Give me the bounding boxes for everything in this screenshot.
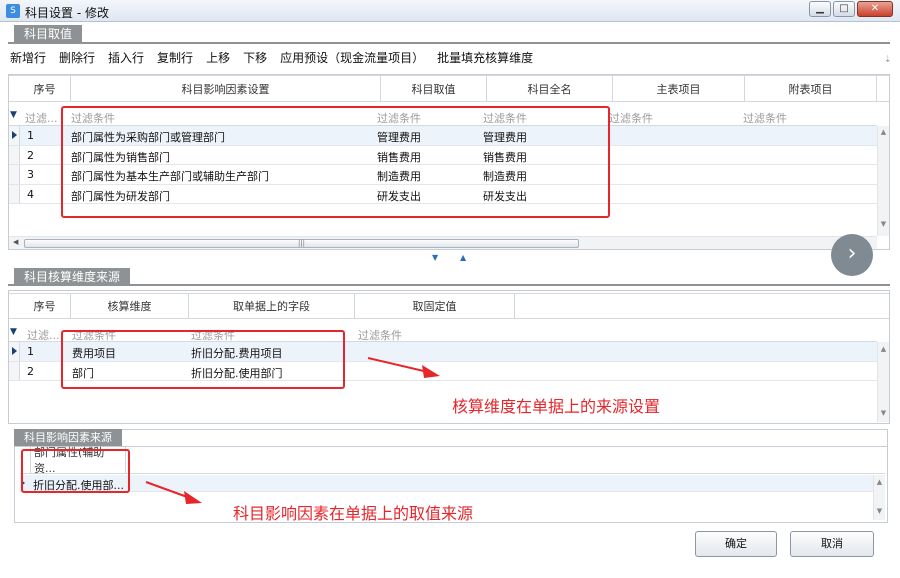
next-arrow-button[interactable]: › <box>831 234 873 276</box>
current-row-indicator-icon <box>12 347 17 355</box>
highlight-box <box>61 330 345 389</box>
filter-icon[interactable]: ▼ <box>10 110 17 120</box>
copy-row-button[interactable]: 复制行 <box>157 49 193 66</box>
col-header[interactable]: 核算维度 <box>71 294 189 318</box>
row-no: 1 <box>27 345 34 358</box>
row-no: 2 <box>27 364 34 378</box>
grid-header: 序号 核算维度 取单据上的字段 取固定值 <box>9 293 889 319</box>
vertical-scrollbar[interactable]: ▲ ▼ <box>877 126 889 236</box>
tab-underline <box>8 42 890 44</box>
vertical-scrollbar[interactable]: ▲ ▼ <box>877 342 889 422</box>
add-row-button[interactable]: 新增行 <box>10 49 46 66</box>
col-header[interactable]: 主表项目 <box>613 76 745 101</box>
batch-fill-button[interactable]: 批量填充核算维度 <box>437 49 533 66</box>
scroll-left-icon[interactable]: ◀ <box>13 238 18 246</box>
minimize-button[interactable]: ▁ <box>809 1 831 17</box>
col-header[interactable]: 科目全名 <box>487 76 613 101</box>
filter-cell[interactable]: 过滤... <box>27 327 60 343</box>
move-down-button[interactable]: 下移 <box>243 49 267 66</box>
col-header[interactable]: 附表项目 <box>745 76 877 101</box>
scroll-down-icon[interactable]: ▼ <box>878 220 889 228</box>
tab-underline <box>8 284 890 286</box>
collapse-up-icon[interactable]: ▲ <box>460 253 466 262</box>
annotation-text: 科目影响因素在单据上的取值来源 <box>233 504 474 523</box>
grid-header: 序号 科目影响因素设置 科目取值 科目全名 主表项目 附表项目 <box>9 75 889 102</box>
filter-cell[interactable]: 过滤... <box>25 110 58 126</box>
maximize-button[interactable]: □ <box>833 1 855 17</box>
scroll-down-icon[interactable]: ▼ <box>878 409 889 417</box>
row-no: 3 <box>27 168 34 181</box>
highlight-box <box>61 106 610 218</box>
toolbar: 新增行 删除行 插入行 复制行 上移 下移 应用预设（现金流量项目） 批量填充核… <box>10 49 546 66</box>
toolbar-overflow-icon[interactable]: ⇣ <box>884 55 892 65</box>
filter-cell[interactable]: 过滤条件 <box>358 327 402 343</box>
scroll-thumb[interactable]: ||| <box>24 239 579 248</box>
tab-account-value[interactable]: 科目取值 <box>14 25 83 43</box>
ok-button[interactable]: 确定 <box>695 531 777 557</box>
filter-cell[interactable]: 过滤条件 <box>609 110 653 126</box>
window-title: 科目设置 - 修改 <box>25 6 109 20</box>
annotation-arrow-icon <box>367 357 440 378</box>
row-no: 1 <box>27 129 34 142</box>
collapse-down-icon[interactable]: ▼ <box>432 253 438 262</box>
filter-cell[interactable]: 过滤条件 <box>743 110 787 126</box>
annotation-arrow-icon <box>145 481 202 504</box>
annotation-text: 核算维度在单据上的来源设置 <box>452 397 661 416</box>
cancel-button[interactable]: 取消 <box>790 531 874 557</box>
filter-icon[interactable]: ▼ <box>10 327 17 337</box>
scroll-up-icon[interactable]: ▲ <box>878 345 889 353</box>
col-header[interactable]: 科目影响因素设置 <box>71 76 381 101</box>
col-header[interactable]: 序号 <box>19 294 71 318</box>
current-row-indicator-icon <box>12 131 17 139</box>
row-no: 2 <box>27 148 34 162</box>
app-icon: S <box>6 4 20 18</box>
col-header[interactable]: 取单据上的字段 <box>189 294 355 318</box>
delete-row-button[interactable]: 删除行 <box>59 49 95 66</box>
row-no: 4 <box>27 187 34 201</box>
vertical-scrollbar[interactable]: ▲ ▼ <box>873 475 885 520</box>
title-bar <box>0 0 900 22</box>
move-up-button[interactable]: 上移 <box>206 49 230 66</box>
apply-preset-button[interactable]: 应用预设（现金流量项目） <box>280 49 424 66</box>
scroll-up-icon[interactable]: ▲ <box>878 128 889 136</box>
scroll-down-icon[interactable]: ▼ <box>874 507 885 515</box>
highlight-box <box>21 449 130 493</box>
scroll-up-icon[interactable]: ▲ <box>874 478 885 486</box>
close-button[interactable]: ✕ <box>857 1 893 17</box>
col-header[interactable]: 科目取值 <box>381 76 487 101</box>
horizontal-scrollbar[interactable]: ◀ ||| <box>9 236 877 249</box>
col-header[interactable]: 取固定值 <box>355 294 515 318</box>
insert-row-button[interactable]: 插入行 <box>108 49 144 66</box>
grid-header: 部门属性(辅助资... <box>20 446 885 475</box>
col-header[interactable]: 序号 <box>19 76 71 101</box>
